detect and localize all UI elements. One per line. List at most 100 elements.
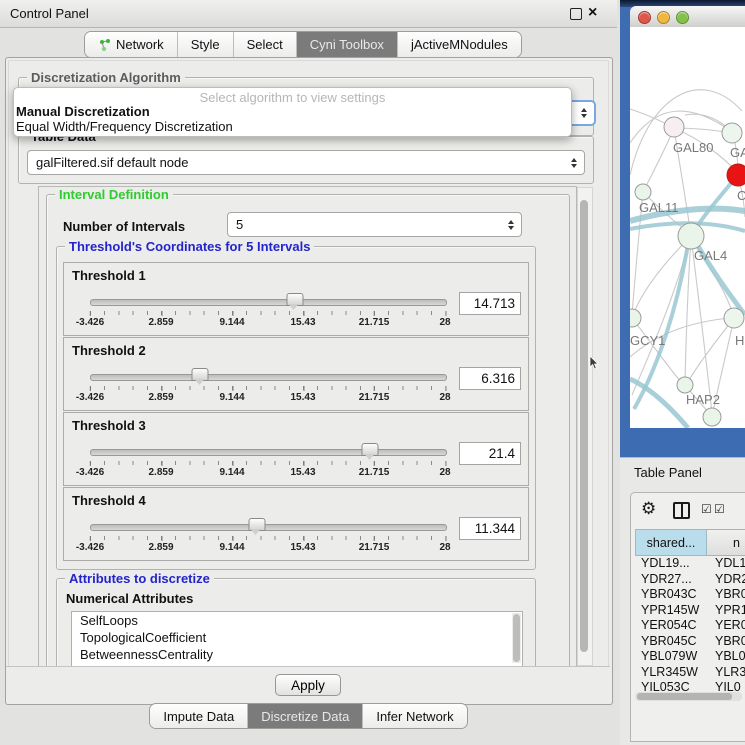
table-panel-title: Table Panel [634, 465, 702, 480]
column-header-shared[interactable]: shared... [635, 529, 707, 556]
tab-label: Select [247, 37, 283, 52]
columns-icon[interactable] [673, 502, 690, 519]
tick-label: 2.859 [148, 542, 173, 553]
checkbox-icon[interactable]: ☑ [714, 502, 725, 516]
scrollbar-thumb[interactable] [637, 693, 732, 700]
tab-label: jActiveMNodules [411, 37, 508, 52]
threshold-label: Threshold 4 [72, 493, 146, 508]
minimize-traffic-light[interactable] [657, 11, 670, 24]
group-title: Interval Definition [55, 187, 173, 202]
threshold-3-slider[interactable] [90, 443, 445, 461]
tab-network[interactable]: Network [85, 32, 177, 57]
dropdown-option-equal-width-frequency[interactable]: Equal Width/Frequency Discretization [16, 119, 566, 134]
threshold-1-value-field[interactable]: 14.713 [459, 292, 521, 315]
cell: YPR145W [635, 603, 707, 619]
table-header-row: shared... n [635, 529, 745, 556]
threshold-label: Threshold 3 [72, 418, 146, 433]
list-item[interactable]: TopologicalCoefficient [72, 629, 522, 646]
list-item[interactable]: SelfLoops [72, 612, 522, 629]
tab-discretize-data[interactable]: Discretize Data [247, 704, 362, 728]
slider-track[interactable] [90, 299, 447, 306]
tick-label: 28 [439, 467, 450, 478]
network-node-gal11[interactable] [635, 184, 651, 200]
table-row[interactable]: YDR27...YDR2 [635, 572, 745, 588]
network-node-ga[interactable] [722, 123, 742, 143]
dropdown-option-manual-discretization[interactable]: Manual Discretization [16, 104, 566, 119]
threshold-4-value-field[interactable]: 11.344 [459, 517, 521, 540]
slider-ticks: -3.426 2.859 9.144 15.43 21.715 28 [90, 386, 445, 408]
checkbox-icon[interactable]: ☑ [701, 502, 712, 516]
panel-vertical-scrollbar[interactable] [577, 187, 593, 666]
list-item[interactable]: BetweennessCentrality [72, 646, 522, 663]
table-row[interactable]: YDL19...YDL1 [635, 556, 745, 572]
num-intervals-combobox[interactable]: 5 [227, 212, 522, 237]
slider-thumb[interactable] [192, 368, 209, 381]
tick-label: 2.859 [148, 467, 173, 478]
gear-icon[interactable]: ⚙ [641, 499, 656, 519]
threshold-label: Threshold 2 [72, 343, 146, 358]
panel-title: Control Panel [10, 6, 89, 21]
threshold-2-value-field[interactable]: 6.316 [459, 367, 521, 390]
tick-label: -3.426 [76, 392, 104, 403]
node-label-gcy1: GCY1 [630, 333, 665, 348]
threshold-1-panel: Threshold 1 -3.426 2.859 9.144 15.43 21.… [63, 262, 529, 336]
table-row[interactable]: YER054CYER0 [635, 618, 745, 634]
network-canvas[interactable]: GAL80 GA C GAL11 GAL4 GCY1 H HAP2 [630, 27, 745, 428]
tick-label: 21.715 [359, 542, 390, 553]
slider-ticks: -3.426 2.859 9.144 15.43 21.715 28 [90, 461, 445, 483]
close-traffic-light[interactable] [638, 11, 651, 24]
tab-cyni-toolbox[interactable]: Cyni Toolbox [296, 32, 397, 57]
node-label-gal4: GAL4 [694, 248, 727, 263]
table-row[interactable]: YBL079WYBL0 [635, 649, 745, 665]
zoom-traffic-light[interactable] [676, 11, 689, 24]
network-node-bottom[interactable] [703, 408, 721, 426]
tab-style[interactable]: Style [177, 32, 233, 57]
table-row[interactable]: YIL053CYIL0 [635, 680, 745, 691]
network-node-h[interactable] [724, 308, 744, 328]
network-node-gal4[interactable] [678, 223, 704, 249]
settings-scroll-viewport: Interval Definition Number of Intervals … [38, 186, 577, 667]
table-row[interactable]: YBR043CYBR0 [635, 587, 745, 603]
table-row[interactable]: YPR145WYPR1 [635, 603, 745, 619]
network-node-selected-red[interactable] [727, 164, 745, 186]
slider-thumb[interactable] [362, 443, 379, 456]
network-node-gal80[interactable] [664, 117, 684, 137]
list-scrollbar[interactable] [512, 613, 521, 663]
table-data-combobox[interactable]: galFiltered.sif default node [27, 150, 585, 175]
tick-label: 21.715 [359, 467, 390, 478]
slider-thumb[interactable] [248, 518, 265, 531]
slider-track[interactable] [90, 524, 447, 531]
threshold-4-panel: Threshold 4 -3.426 2.859 9.144 15.43 21.… [63, 487, 529, 561]
tab-impute-data[interactable]: Impute Data [150, 704, 247, 728]
network-node-gcy1[interactable] [630, 309, 641, 327]
tick-label: 15.43 [290, 317, 315, 328]
apply-button[interactable]: Apply [275, 674, 341, 696]
combo-arrows-icon [569, 158, 579, 168]
scrollbar-thumb[interactable] [580, 200, 588, 652]
threshold-3-value-field[interactable]: 21.4 [459, 442, 521, 465]
interval-definition-group: Interval Definition Number of Intervals … [46, 194, 570, 667]
table-row[interactable]: YBR045CYBR0 [635, 634, 745, 650]
node-label-ga: GA [730, 145, 745, 160]
threshold-2-slider[interactable] [90, 368, 445, 386]
tab-select[interactable]: Select [233, 32, 296, 57]
slider-track[interactable] [90, 374, 447, 381]
column-header-name[interactable]: n [707, 529, 745, 556]
tab-jactivemnodules[interactable]: jActiveMNodules [397, 32, 521, 57]
tick-label: -3.426 [76, 467, 104, 478]
float-window-button[interactable] [570, 8, 582, 20]
threshold-4-slider[interactable] [90, 518, 445, 536]
combo-value: galFiltered.sif default node [28, 155, 569, 170]
cell: YER054C [635, 618, 707, 634]
table-row[interactable]: YLR345WYLR3 [635, 665, 745, 681]
table-horizontal-scrollbar[interactable] [635, 692, 742, 701]
cyni-bottom-tabs: Impute Data Discretize Data Infer Networ… [0, 703, 617, 728]
threshold-1-slider[interactable] [90, 293, 445, 311]
slider-track[interactable] [90, 449, 447, 456]
slider-thumb[interactable] [286, 293, 303, 306]
table-rows: YDL19...YDL1 YDR27...YDR2 YBR043CYBR0 YP… [635, 556, 745, 691]
tab-infer-network[interactable]: Infer Network [362, 704, 466, 728]
slider-ticks: -3.426 2.859 9.144 15.43 21.715 28 [90, 536, 445, 558]
close-icon[interactable]: × [588, 3, 597, 23]
network-node-hap2[interactable] [677, 377, 693, 393]
